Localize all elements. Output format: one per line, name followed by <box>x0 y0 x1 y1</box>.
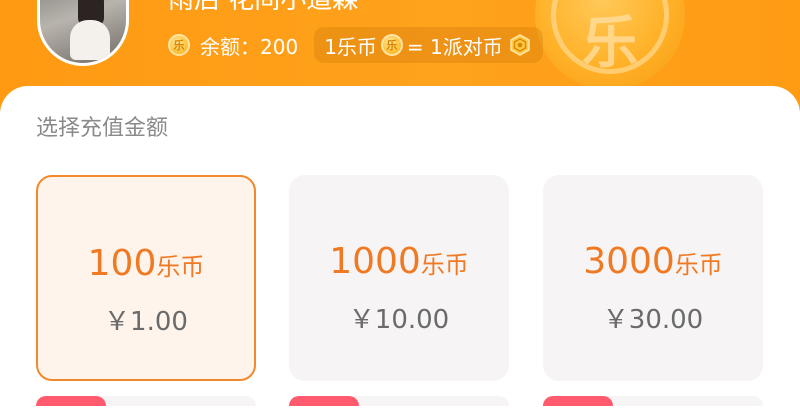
option-price: ￥10.00 <box>348 305 450 335</box>
option-price: ￥1.00 <box>104 307 188 337</box>
recharge-option-3000[interactable]: 3000乐币 ￥30.00 <box>543 175 763 381</box>
rate-left-text: 1乐币 <box>324 34 377 59</box>
recharge-option-1000[interactable]: 1000乐币 ￥10.00 <box>289 175 509 381</box>
user-name: 雨后 花间小道森 <box>168 0 358 10</box>
le-coin-icon: 乐 <box>380 34 403 56</box>
option-coins: 3000乐币 <box>583 241 723 282</box>
promo-badge <box>36 396 106 406</box>
party-coin-icon <box>509 34 531 56</box>
coin-watermark-icon: 乐 <box>535 0 685 90</box>
rate-right-text: = 1派对币 <box>406 34 503 59</box>
avatar[interactable] <box>37 0 129 66</box>
option-coins: 1000乐币 <box>329 241 469 282</box>
option-price: ￥30.00 <box>602 305 704 335</box>
promo-badge <box>289 396 359 406</box>
exchange-rate-pill: 1乐币 乐 = 1派对币 <box>314 27 543 63</box>
option-coins: 100乐币 <box>87 243 205 284</box>
balance-text: 余额：200 <box>200 34 299 59</box>
recharge-option-100[interactable]: 100乐币 ￥1.00 <box>36 175 256 381</box>
promo-badge <box>543 396 613 406</box>
le-coin-icon: 乐 <box>168 34 190 56</box>
balance-row: 乐 余额：200 1乐币 乐 = 1派对币 <box>168 27 543 63</box>
section-title: 选择充值金额 <box>36 116 169 141</box>
